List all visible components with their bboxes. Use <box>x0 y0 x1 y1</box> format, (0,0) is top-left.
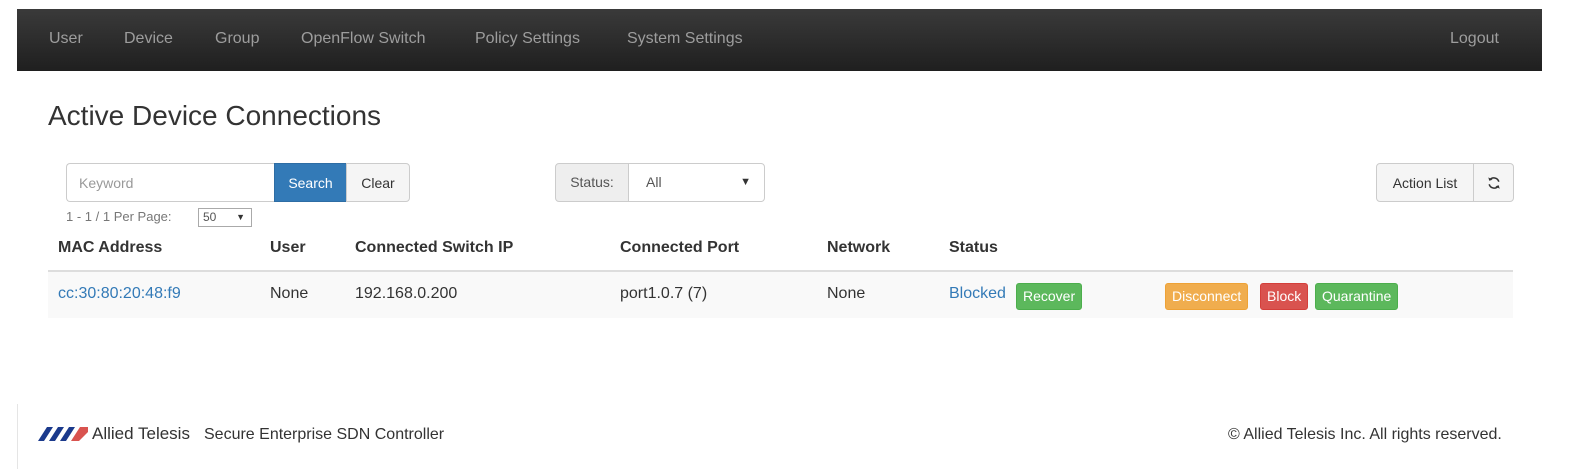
logout-link[interactable]: Logout <box>1450 30 1499 48</box>
search-input[interactable] <box>66 163 275 202</box>
column-header-network: Network <box>827 239 891 256</box>
quarantine-button[interactable]: Quarantine <box>1315 283 1399 310</box>
cell-connected-port: port1.0.7 (7) <box>620 285 708 302</box>
recover-button[interactable]: Recover <box>1016 283 1083 310</box>
cell-network: None <box>827 285 866 302</box>
per-page-label: Per Page: <box>113 209 172 224</box>
action-list-button[interactable]: Action List <box>1376 163 1474 202</box>
footer-divider <box>17 404 18 469</box>
pagination-range: 1 - 1 / 1 <box>66 209 111 224</box>
nav-item-device[interactable]: Device <box>124 30 173 48</box>
block-button[interactable]: Block <box>1260 283 1309 310</box>
page-title: Active Device Connections <box>48 100 382 131</box>
column-header-status: Status <box>949 239 998 256</box>
footer-product: Secure Enterprise SDN Controller <box>204 426 445 443</box>
footer-brand: Allied Telesis <box>92 424 190 443</box>
per-page-select[interactable]: 50 ▼ <box>198 208 252 227</box>
status-filter-label: Status: <box>555 163 629 202</box>
disconnect-button[interactable]: Disconnect <box>1165 283 1249 310</box>
top-navbar: User Device Group OpenFlow Switch Policy… <box>17 9 1542 71</box>
nav-item-user[interactable]: User <box>49 30 83 48</box>
column-header-connected-port: Connected Port <box>620 239 740 256</box>
status-filter-select[interactable]: All ▼ <box>628 163 765 202</box>
refresh-icon <box>1487 176 1500 189</box>
caret-down-icon: ▼ <box>236 212 245 222</box>
nav-item-openflow-switch[interactable]: OpenFlow Switch <box>301 30 426 48</box>
refresh-button[interactable] <box>1473 163 1514 202</box>
nav-item-system-settings[interactable]: System Settings <box>627 30 743 48</box>
column-header-mac-address: MAC Address <box>58 239 163 256</box>
mac-address-link[interactable]: cc:30:80:20:48:f9 <box>58 285 181 303</box>
cell-user: None <box>270 285 309 302</box>
nav-item-group[interactable]: Group <box>215 30 259 48</box>
status-filter-value: All <box>646 174 662 190</box>
column-header-connected-switch-ip: Connected Switch IP <box>355 239 514 256</box>
allied-telesis-logo-icon <box>38 427 88 441</box>
footer-copyright: © Allied Telesis Inc. All rights reserve… <box>1228 426 1502 443</box>
status-link[interactable]: Blocked <box>949 285 1006 303</box>
cell-switch-ip: 192.168.0.200 <box>355 285 458 302</box>
per-page-value: 50 <box>203 210 217 224</box>
search-button[interactable]: Search <box>274 163 347 202</box>
column-header-user: User <box>270 239 306 256</box>
pagination-info: 1 - 1 / 1 Per Page: <box>66 209 172 224</box>
nav-item-policy-settings[interactable]: Policy Settings <box>475 30 580 48</box>
clear-button[interactable]: Clear <box>346 163 410 202</box>
caret-down-icon: ▼ <box>740 176 751 188</box>
